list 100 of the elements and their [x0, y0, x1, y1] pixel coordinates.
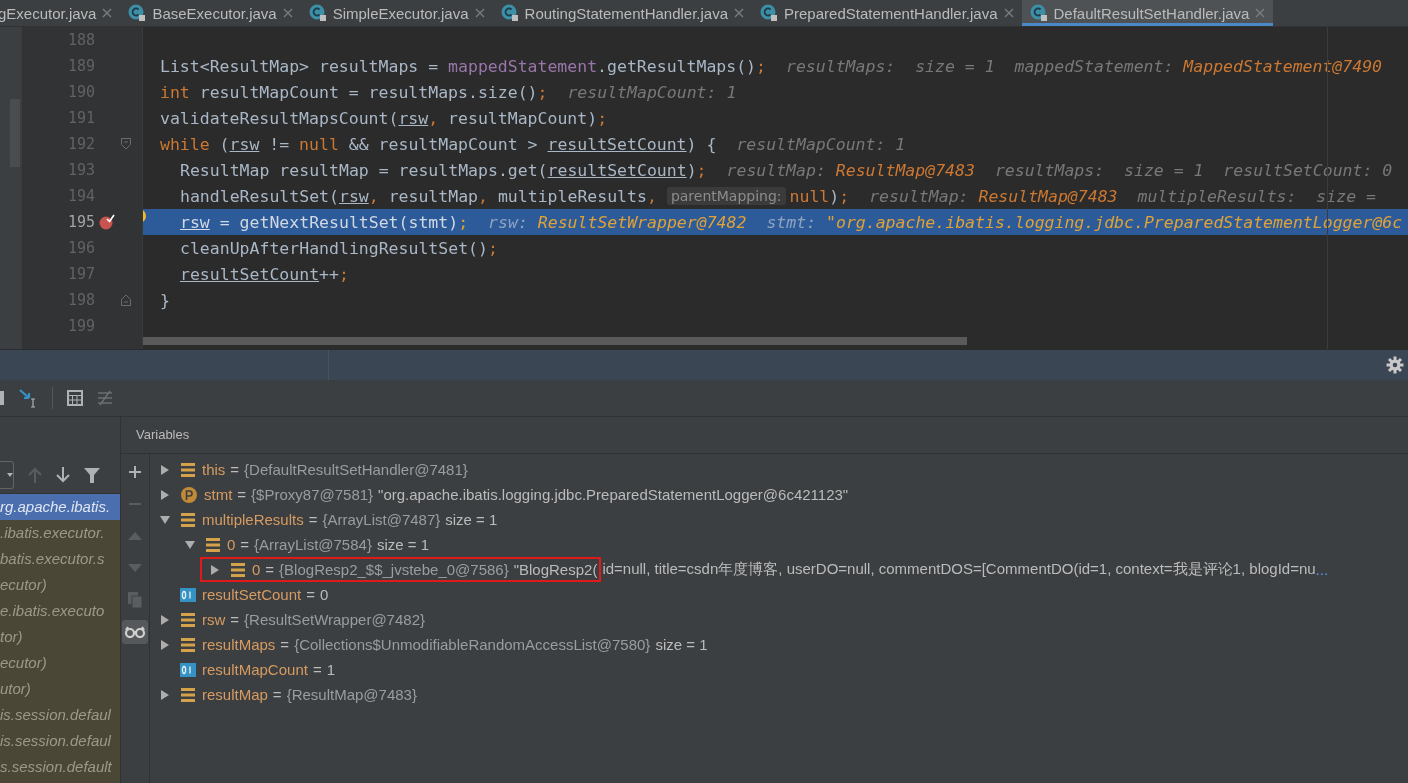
inline-debug-value: resultMaps: size = 1 resultSetCount: 0: [994, 160, 1393, 180]
field-icon: [180, 611, 196, 628]
object-reference: {ResultMap@7483}: [286, 686, 417, 703]
expanded-arrow-icon[interactable]: [159, 513, 171, 526]
table-icon[interactable]: [67, 390, 83, 406]
primitive-icon: [180, 587, 196, 602]
code-token: resultSetCount: [180, 264, 320, 284]
up-arrow-icon[interactable]: [28, 467, 42, 483]
code-token: ;: [338, 264, 349, 284]
stack-frame[interactable]: is.session.defaul: [0, 728, 120, 754]
code-token: rsw: [338, 186, 369, 206]
inline-debug-value: resultMap:: [726, 160, 827, 180]
code-token: resultMapCount = resultMaps.size(): [198, 82, 538, 102]
code-token: && resultMapCount >: [347, 134, 539, 154]
code-token: ;: [839, 186, 850, 206]
collapsed-arrow-icon[interactable]: [159, 463, 171, 476]
file-tab[interactable]: DefaultResultSetHandler.java: [1021, 0, 1274, 26]
watch-tool-button[interactable]: [122, 620, 148, 644]
variable-name: rsw: [202, 611, 226, 628]
object-reference: {ArrayList@7584}: [254, 536, 372, 553]
code-token: ;: [458, 212, 469, 232]
close-icon[interactable]: [282, 8, 293, 18]
settings-icon[interactable]: [1386, 356, 1404, 374]
inline-debug-value: rsw:: [488, 212, 529, 232]
object-reference: {BlogResp2_$$_jvstebe_0@7586}: [279, 561, 509, 578]
field-icon: [180, 511, 196, 528]
code-token: List<ResultMap> resultMaps =: [160, 56, 440, 76]
close-icon[interactable]: [102, 8, 113, 18]
stack-frame[interactable]: batis.executor.s: [0, 546, 120, 572]
collapsed-arrow-icon[interactable]: [159, 613, 171, 626]
caret-icon: [7, 473, 13, 477]
down-triangle-icon: [128, 564, 142, 572]
glasses-icon: [124, 626, 146, 638]
close-icon[interactable]: [474, 8, 485, 18]
code-token: null: [299, 134, 339, 154]
collapsed-arrow-icon[interactable]: [159, 638, 171, 651]
close-icon[interactable]: [1255, 8, 1266, 18]
stack-frame[interactable]: is.session.defaul: [0, 702, 120, 728]
close-icon[interactable]: [734, 8, 745, 18]
code-token: handleResultSet(: [180, 186, 339, 206]
equals-sign: =: [265, 561, 275, 578]
variable-name: resultMaps: [202, 636, 276, 653]
horizontal-scrollbar[interactable]: [143, 337, 967, 345]
variable-value: "BlogResp2(: [513, 561, 598, 578]
code-token: .getResultMaps(): [597, 56, 757, 76]
collapsed-arrow-icon[interactable]: [209, 563, 221, 576]
code-token: resultSetCount: [547, 160, 687, 180]
object-reference: {$Proxy87@7581}: [251, 486, 374, 503]
field-icon: [180, 636, 196, 653]
inline-debug-value: "org.apache.ibatis.logging.jdbc.PreparedStatementLogger@6c: [826, 212, 1403, 232]
inline-debug-value: ResultMap@7483: [978, 186, 1118, 206]
line-number: 195: [66, 213, 95, 231]
stack-frame[interactable]: e.ibatis.executo: [0, 598, 120, 624]
stack-frame[interactable]: s.session.default: [0, 754, 120, 780]
code-token: ++: [319, 264, 339, 284]
code-token: (: [218, 134, 230, 154]
parameter-icon: [180, 485, 198, 504]
filter-icon[interactable]: [84, 467, 100, 483]
object-reference: {DefaultResultSetHandler@7481}: [244, 461, 468, 478]
thread-dropdown[interactable]: [0, 461, 14, 489]
step-arrow-icon[interactable]: [18, 388, 38, 408]
stack-frame[interactable]: tor): [0, 624, 120, 650]
code-token: ;: [537, 82, 548, 102]
down-arrow-icon[interactable]: [56, 467, 70, 483]
equals-sign: =: [280, 636, 290, 653]
code-token: ,: [428, 108, 439, 128]
code-token: ,: [368, 186, 379, 206]
copy-icon: [128, 592, 142, 608]
variable-value: size = 1: [376, 536, 430, 553]
fold-marker-icon[interactable]: [121, 294, 131, 306]
expanded-arrow-icon[interactable]: [184, 538, 196, 551]
variable-name: resultMapCount: [202, 661, 308, 678]
variable-name: resultMap: [202, 686, 268, 703]
code-token: ResultMap resultMap = resultMaps.get(: [180, 160, 548, 180]
expand-value-link[interactable]: ...: [1315, 561, 1329, 578]
variable-name: 0: [227, 536, 236, 553]
code-token: ,: [646, 186, 657, 206]
inline-debug-value: MappedStatement@7490: [1183, 56, 1383, 76]
close-icon[interactable]: [1003, 8, 1014, 18]
code-token: ;: [756, 56, 766, 76]
code-token: resultMapCount): [447, 108, 598, 128]
collapsed-arrow-icon[interactable]: [159, 488, 171, 501]
stack-frame[interactable]: utor): [0, 676, 120, 702]
fold-marker-icon[interactable]: [121, 138, 131, 150]
code-token: !=: [268, 134, 291, 154]
code-token: resultSetCount: [547, 134, 687, 154]
variable-name: multipleResults: [202, 511, 304, 528]
stack-frame[interactable]: ecutor): [0, 650, 120, 676]
code-token: null: [789, 186, 830, 206]
equals-sign: =: [306, 586, 315, 603]
field-icon: [180, 461, 196, 478]
strikethrough-list-icon[interactable]: [97, 390, 113, 406]
stack-frame[interactable]: rg.apache.ibatis.: [0, 494, 120, 520]
stack-frame[interactable]: .ibatis.executor.: [0, 520, 120, 546]
collapsed-arrow-icon[interactable]: [159, 688, 171, 701]
breakpoint-icon[interactable]: [99, 214, 115, 230]
code-token: rsw: [398, 108, 429, 128]
stack-frame[interactable]: ecutor): [0, 572, 120, 598]
inline-debug-value: resultMapCount: 1: [567, 82, 737, 102]
object-reference: {ResultSetWrapper@7482}: [244, 611, 425, 628]
